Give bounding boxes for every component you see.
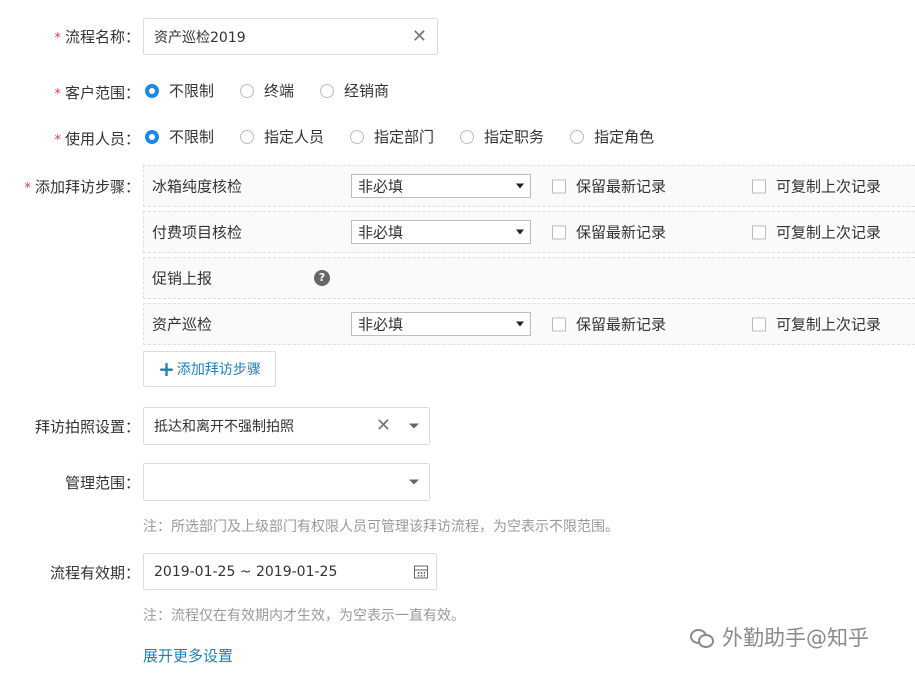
help-icon[interactable]: ? (314, 270, 330, 286)
radio-circle (145, 129, 159, 144)
photo-setting-label: 拜访拍照设置： (34, 418, 140, 436)
keep-latest-checkbox[interactable]: 保留最新记录 (552, 314, 666, 335)
step-required-select[interactable]: 非必填 (351, 174, 531, 198)
radio-circle (320, 83, 335, 98)
manage-scope-note: 注：所选部门及上级部门有权限人员可管理该拜访流程，为空表示不限范围。 (143, 519, 619, 535)
dropdown-arrow-icon (516, 321, 524, 327)
photo-setting-select[interactable]: 抵达和离开不强制拍照 ✕ (143, 407, 430, 445)
radio-customer-dealer[interactable]: 经销商 (320, 80, 389, 101)
radio-users-position[interactable]: 指定职务 (460, 126, 544, 147)
customer-scope-label: * 客户范围： (54, 84, 140, 102)
radio-users-department[interactable]: 指定部门 (350, 126, 434, 147)
validity-label: 流程有效期： (49, 564, 140, 582)
wechat-icon (690, 627, 714, 648)
flow-name-input[interactable]: 资产巡检2019 ✕ (143, 18, 438, 55)
dropdown-arrow-icon (516, 183, 524, 189)
radio-circle (460, 129, 475, 144)
step-required-select[interactable]: 非必填 (351, 220, 531, 244)
calendar-icon[interactable] (414, 565, 428, 578)
checkbox-box (552, 317, 566, 331)
radio-users-unlimited[interactable]: 不限制 (145, 126, 214, 147)
radio-users-person[interactable]: 指定人员 (240, 126, 324, 147)
checkbox-box (752, 317, 766, 331)
radio-circle (350, 129, 365, 144)
step-name: 付费项目核检 (152, 223, 243, 242)
clear-icon[interactable]: ✕ (376, 417, 391, 435)
validity-date-range-input[interactable]: 2019-01-25 ~ 2019-01-25 (143, 553, 437, 590)
radio-customer-unlimited[interactable]: 不限制 (145, 80, 214, 101)
dropdown-arrow-icon (516, 229, 524, 235)
copy-last-checkbox[interactable]: 可复制上次记录 (752, 222, 881, 243)
checkbox-box (752, 225, 766, 239)
step-row: 资产巡检 非必填 保留最新记录 可复制上次记录 (143, 303, 915, 345)
checkbox-box (752, 179, 766, 193)
customer-scope-radio-group: 不限制 终端 经销商 (145, 80, 415, 101)
checkbox-box (552, 179, 566, 193)
add-visit-step-button[interactable]: + 添加拜访步骤 (143, 351, 276, 387)
visit-steps-label: * 添加拜访步骤： (24, 178, 140, 196)
step-row: 促销上报 ? (143, 257, 915, 299)
checkbox-box (552, 225, 566, 239)
flow-name-value: 资产巡检2019 (154, 29, 246, 46)
step-name: 冰箱纯度核检 (152, 177, 243, 196)
expand-more-settings-link[interactable]: 展开更多设置 (143, 645, 233, 666)
chevron-down-icon (409, 479, 419, 485)
flow-name-label: * 流程名称： (54, 28, 140, 46)
step-required-select[interactable]: 非必填 (351, 312, 531, 336)
keep-latest-checkbox[interactable]: 保留最新记录 (552, 176, 666, 197)
validity-note: 注：流程仅在有效期内才生效，为空表示一直有效。 (143, 608, 465, 624)
watermark: 外勤助手@知乎 (690, 622, 869, 652)
clear-icon[interactable]: ✕ (412, 27, 427, 46)
copy-last-checkbox[interactable]: 可复制上次记录 (752, 176, 881, 197)
manage-scope-select[interactable] (143, 463, 430, 501)
step-name: 资产巡检 (152, 315, 213, 334)
chevron-down-icon (409, 423, 419, 429)
radio-circle (240, 83, 255, 98)
keep-latest-checkbox[interactable]: 保留最新记录 (552, 222, 666, 243)
radio-customer-terminal[interactable]: 终端 (240, 80, 294, 101)
plus-icon: + (158, 357, 175, 381)
copy-last-checkbox[interactable]: 可复制上次记录 (752, 314, 881, 335)
radio-users-role[interactable]: 指定角色 (570, 126, 654, 147)
radio-circle (570, 129, 585, 144)
step-name: 促销上报 (152, 269, 213, 288)
users-radio-group: 不限制 指定人员 指定部门 指定职务 指定角色 (145, 126, 680, 147)
radio-circle (145, 83, 159, 98)
manage-scope-label: 管理范围： (64, 474, 140, 492)
step-row: 冰箱纯度核检 非必填 保留最新记录 可复制上次记录 (143, 165, 915, 207)
radio-circle (240, 129, 255, 144)
step-row: 付费项目核检 非必填 保留最新记录 可复制上次记录 (143, 211, 915, 253)
users-label: * 使用人员： (54, 130, 140, 148)
